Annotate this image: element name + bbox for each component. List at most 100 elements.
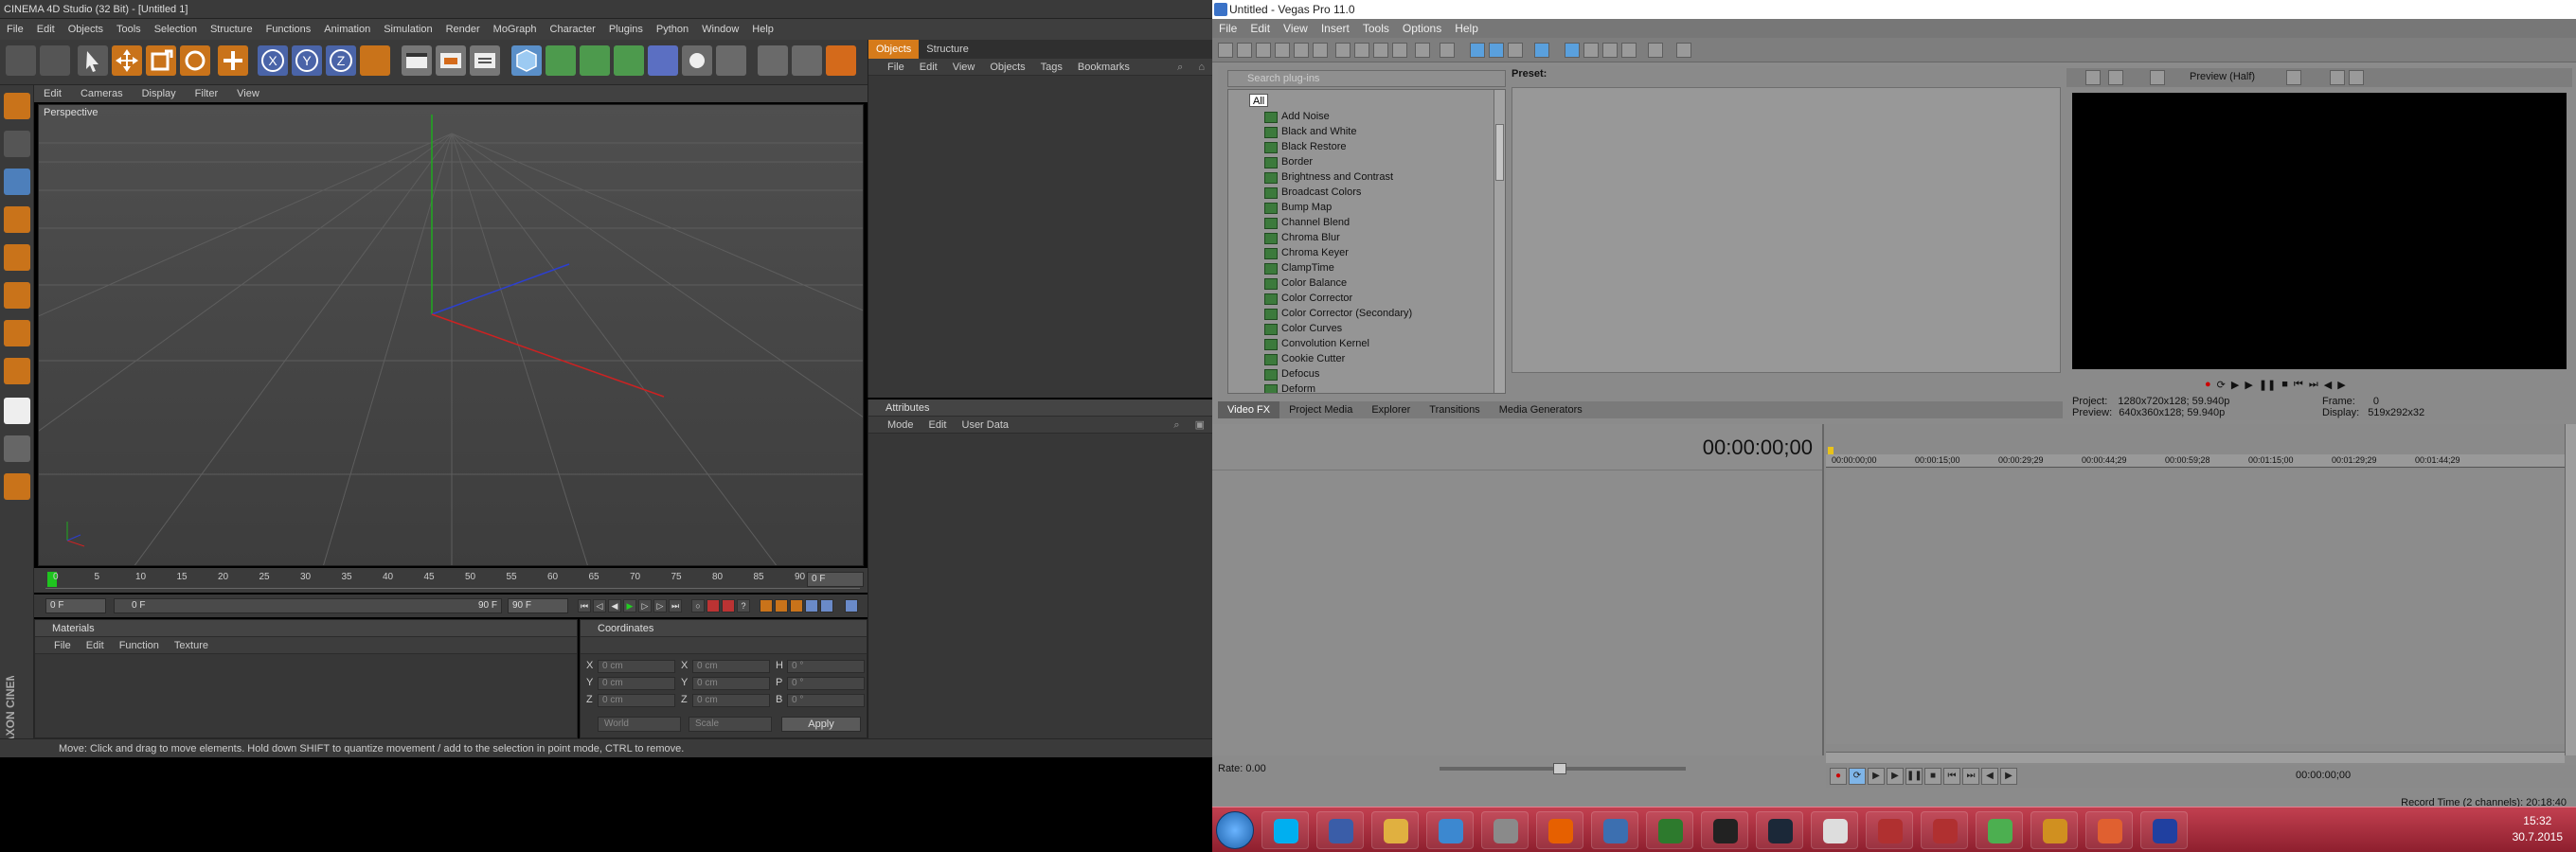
redo-icon[interactable] [1440,43,1455,58]
end-frame-field[interactable]: 90 F [508,598,568,613]
deformer-icon[interactable] [648,45,678,76]
cube-primitive-icon[interactable] [511,45,542,76]
previous-frame-icon[interactable]: ◀ [608,599,621,612]
materials-menu-function[interactable]: Function [112,637,167,654]
fx-list-item[interactable]: ClampTime [1264,260,1334,275]
search-plugins-input[interactable]: Search plug-ins [1227,70,1506,87]
c4d-menu-functions[interactable]: Functions [259,19,318,40]
workplane-icon[interactable] [4,473,30,500]
lock-icon[interactable]: ▣ [1188,417,1212,434]
c4d-timeline[interactable]: 0 5 10 15 20 25 30 35 40 45 50 55 60 65 70 75 80 85 90 0 F [34,568,868,593]
auto-ripple-icon[interactable] [1508,43,1523,58]
tab-transitions[interactable]: Transitions [1420,401,1489,418]
taskbar-explorer-button[interactable] [1371,811,1419,849]
taskbar-steam2-button[interactable] [1756,811,1803,849]
y-axis-lock-icon[interactable]: Y [292,45,322,76]
move-tool-icon[interactable] [112,45,142,76]
c4d-menu-mograph[interactable]: MoGraph [487,19,544,40]
play-icon[interactable]: ▶ [623,599,636,612]
go-to-start-icon[interactable]: ⏮ [1943,768,1960,785]
live-selection-icon[interactable] [78,45,108,76]
viewport-menu-view[interactable]: View [227,85,269,102]
previous-frame-icon[interactable]: ◀ [2324,379,2332,391]
fx-list-item[interactable]: Channel Blend [1264,215,1350,230]
stop-icon[interactable]: ■ [1924,768,1941,785]
c4d-menu-render[interactable]: Render [439,19,487,40]
timeline-horizontal-scrollbar[interactable] [1826,752,2565,763]
use-object-mode-icon[interactable] [4,169,30,195]
preview-quality-select[interactable]: Preview (Half) [2190,71,2255,82]
taskbar-paint-button[interactable] [1426,811,1474,849]
play-from-start-icon[interactable]: ▶ [2231,379,2239,391]
viewport-menu-cameras[interactable]: Cameras [71,85,133,102]
fx-list-item[interactable]: Convolution Kernel [1264,336,1369,351]
taskbar-csgo-button[interactable] [2030,811,2078,849]
taskbar-steam-button[interactable] [1701,811,1748,849]
rotate-tool-icon[interactable] [180,45,210,76]
external-monitor-icon[interactable] [2108,70,2123,85]
c4d-menu-window[interactable]: Window [695,19,745,40]
viewport-menu-filter[interactable]: Filter [186,85,227,102]
rotation-p-field[interactable]: 0 ° [787,677,865,690]
play-from-start-icon[interactable]: ▶ [1868,768,1885,785]
pause-icon[interactable]: ❚❚ [1905,768,1923,785]
position-z-field[interactable]: 0 cm [598,694,675,707]
size-z-field[interactable]: 0 cm [692,694,770,707]
rotation-h-field[interactable]: 0 ° [787,660,865,673]
taskbar-browser-button[interactable] [2140,811,2188,849]
fx-list-item[interactable]: Chroma Keyer [1264,245,1349,260]
keyframe-selection-icon[interactable] [722,599,735,612]
next-key-icon[interactable]: ▷ [653,599,667,612]
world-select[interactable]: World [598,717,681,732]
go-to-end-icon[interactable]: ⏭ [669,599,682,612]
position-key-icon[interactable] [760,599,773,612]
fx-list-item[interactable]: Black Restore [1264,139,1346,154]
fx-list-item[interactable]: Color Corrector [1264,291,1352,306]
envelope-edit-tool-icon[interactable] [1583,43,1599,58]
coordinate-system-icon[interactable] [360,45,390,76]
c4d-menu-tools[interactable]: Tools [110,19,148,40]
go-to-end-icon[interactable]: ⏭ [2309,379,2318,391]
x-axis-lock-icon[interactable]: X [258,45,288,76]
objects-menu-tags[interactable]: Tags [1033,59,1070,76]
apply-button[interactable]: Apply [781,717,861,732]
position-x-field[interactable]: 0 cm [598,660,675,673]
open-icon[interactable] [1237,43,1252,58]
redo-icon[interactable] [40,45,70,76]
use-edges-mode-icon[interactable] [4,320,30,346]
fx-list-item[interactable]: Chroma Blur [1264,230,1340,245]
objects-menu-objects[interactable]: Objects [982,59,1032,76]
taskbar-firefox-button[interactable] [1536,811,1583,849]
c4d-menu-file[interactable]: File [0,19,30,40]
materials-menu-texture[interactable]: Texture [167,637,216,654]
lock-envelopes-icon[interactable] [1534,43,1549,58]
help-icon[interactable]: ? [737,599,750,612]
param-key-icon[interactable] [805,599,818,612]
use-model-mode-icon[interactable] [4,131,30,157]
taskbar-notepad-button[interactable] [1811,811,1858,849]
rotation-key-icon[interactable] [790,599,803,612]
taskbar-monitor-button[interactable] [1646,811,1693,849]
checkerboard-icon[interactable] [4,398,30,424]
spline-icon[interactable] [546,45,576,76]
save-as-icon[interactable] [1275,43,1290,58]
loop-icon[interactable]: ⟳ [2217,379,2226,391]
preview-screen[interactable] [2072,93,2567,369]
next-frame-icon[interactable]: ▶ [2000,768,2017,785]
fx-tree-scrollbar[interactable] [1494,90,1505,393]
split-screen-icon[interactable] [2150,70,2165,85]
taskbar-tool-button[interactable] [1481,811,1529,849]
scale-select[interactable]: Scale [689,717,772,732]
perspective-viewport[interactable]: Perspective [38,104,864,566]
vegas-menu-view[interactable]: View [1277,19,1315,38]
use-workplane-mode-icon[interactable] [4,244,30,271]
stop-icon[interactable]: ■ [2281,379,2288,390]
recent-tools-icon[interactable] [218,45,248,76]
vegas-menu-tools[interactable]: Tools [1356,19,1396,38]
record-icon[interactable]: ● [2205,379,2211,390]
preview-properties-icon[interactable] [2085,70,2101,85]
tree-root-all[interactable]: All [1249,94,1269,107]
undo-icon[interactable] [1415,43,1430,58]
attributes-menu-user-data[interactable]: User Data [955,417,1017,434]
objects-menu-file[interactable]: File [880,59,912,76]
